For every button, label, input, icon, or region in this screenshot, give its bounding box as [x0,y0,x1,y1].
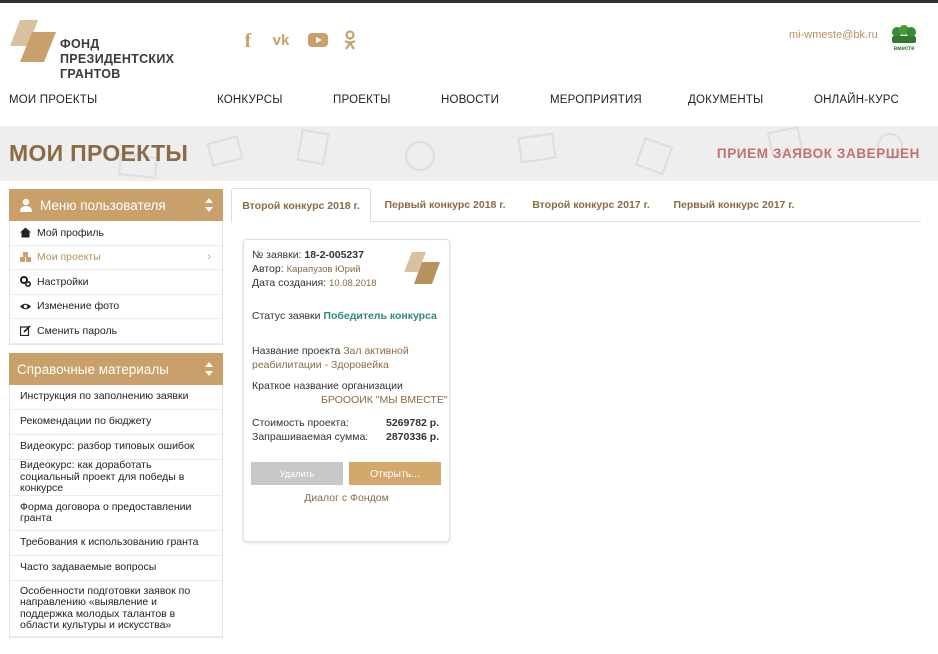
menu-item-settings[interactable]: Настройки [10,270,222,295]
fund-logo-mark [404,252,440,284]
ref-item-video-errors[interactable]: Видеокурс: разбор типовых ошибок [10,435,222,460]
tab-second-2017[interactable]: Второй конкурс 2017 г. [521,188,661,222]
facebook-icon[interactable]: f [237,30,259,52]
sort-icon [205,362,213,376]
project-cost-value: 5269782 р. [386,417,440,429]
project-name-value: Зал активной [343,345,409,357]
ref-item-instruction[interactable]: Инструкция по заполнению заявки [10,385,222,410]
applications-status: ПРИЕМ ЗАЯВОК ЗАВЕРШЕН [716,146,920,161]
tab-first-2018[interactable]: Первый конкурс 2018 г. [375,188,515,222]
menu-item-profile[interactable]: Мой профиль [10,221,222,246]
home-icon [20,227,31,238]
contest-tabs: Второй конкурс 2018 г. Первый конкурс 20… [231,188,921,223]
logo-line-3: ГРАНТОВ [60,67,121,81]
svg-text:вместе: вместе [894,46,916,52]
creation-date-value: 10.08.2018 [329,278,377,289]
fund-logo[interactable]: ФОНД ПРЕЗИДЕНТСКИХ ГРАНТОВ [8,18,193,82]
delete-button[interactable]: Удалить [251,462,343,485]
user-icon [20,198,32,212]
project-card: № заявки: 18-2-005237 Автор: Карапузов Ю… [243,239,450,542]
user-menu-header[interactable]: Меню пользователя [9,189,223,221]
menu-item-label: Мои проекты [37,251,101,264]
nav-my-projects[interactable]: МОИ ПРОЕКТЫ [9,94,97,106]
partner-logo: вместе [892,25,916,52]
logo-line-2: ПРЕЗИДЕНТСКИХ [60,52,175,66]
page-title: МОИ ПРОЕКТЫ [9,140,189,166]
gears-icon [20,276,31,288]
edit-icon [20,325,31,337]
page-banner: МОИ ПРОЕКТЫ ПРИЕМ ЗАЯВОК ЗАВЕРШЕН [0,126,938,181]
nav-documents[interactable]: ДОКУМЕНТЫ [688,94,763,106]
vk-icon[interactable]: vk [268,32,294,54]
nav-news[interactable]: НОВОСТИ [441,94,499,106]
creation-date-label: Дата создания: [252,277,327,289]
menu-item-label: Мой профиль [37,226,104,239]
open-button[interactable]: Открыть... [349,462,441,485]
chevron-right-icon: › [207,250,211,263]
nav-online-course[interactable]: ОНЛАЙН-КУРС [814,94,899,106]
dialog-with-fund-link[interactable]: Диалог с Фондом [244,492,449,504]
contact-email[interactable]: mi-wmeste@bk.ru [789,29,878,41]
odnoklassniki-icon[interactable] [343,30,357,50]
org-label: Краткое название организации [252,380,403,392]
fund-logo-text: ФОНД ПРЕЗИДЕНТСКИХ ГРАНТОВ [60,37,174,82]
sort-icon [205,198,213,212]
author-value: Карапузов Юрий [286,264,361,275]
nav-projects[interactable]: ПРОЕКТЫ [333,94,391,106]
application-status: Статус заявки Победитель конкурса [252,310,437,322]
application-number: № заявки: 18-2-005237 [252,249,364,261]
ref-item-contract-form[interactable]: Форма договора о предоставлении гранта [10,496,222,531]
nav-contests[interactable]: КОНКУРСЫ [217,94,283,106]
menu-item-label: Сменить пароль [37,324,118,337]
author-label: Автор: [252,263,284,275]
user-menu-title: Меню пользователя [40,197,166,213]
application-number-value: 18-2-005237 [304,249,364,261]
project-name: Название проекта Зал активной [252,345,409,357]
ref-item-budget[interactable]: Рекомендации по бюджету [10,410,222,435]
status-value: Победитель конкурса [323,310,437,322]
main-nav: МОИ ПРОЕКТЫ КОНКУРСЫ ПРОЕКТЫ НОВОСТИ МЕР… [0,94,938,112]
tab-second-2018[interactable]: Второй конкурс 2018 г. [231,188,371,223]
menu-item-change-password[interactable]: Сменить пароль [10,319,222,344]
creation-date: Дата создания: 10.08.2018 [252,277,377,289]
top-strip [0,0,938,3]
ref-item-grant-requirements[interactable]: Требования к использованию гранта [10,531,222,556]
requested-sum-value: 2870336 р. [386,431,440,443]
application-number-label: № заявки: [252,249,302,261]
ref-item-faq[interactable]: Часто задаваемые вопросы [10,556,222,581]
requested-sum-label: Запрашиваемая сумма: [252,431,369,443]
logo-line-1: ФОНД [60,37,100,51]
cubes-icon [20,251,31,262]
eye-icon [20,303,31,309]
menu-item-label: Настройки [37,275,89,288]
project-name-label: Название проекта [252,345,341,357]
status-label: Статус заявки [252,310,321,322]
fund-logo-mark [10,20,56,62]
menu-item-my-projects[interactable]: Мои проекты › [10,246,222,270]
menu-item-label: Изменение фото [37,300,120,313]
youtube-icon[interactable] [308,32,328,48]
nav-events[interactable]: МЕРОПРИЯТИЯ [550,94,642,106]
author: Автор: Карапузов Юрий [252,263,361,275]
project-name-line-2: реабилитации - Здоровейка [252,359,389,371]
tab-first-2017[interactable]: Первый конкурс 2017 г. [664,188,804,222]
ref-item-talents[interactable]: Особенности подготовки заявок по направл… [10,581,222,637]
org-name: БРОООИК "МЫ ВМЕСТЕ" [321,394,448,406]
ref-menu-title: Справочные материалы [17,361,169,377]
ref-menu-header[interactable]: Справочные материалы [9,353,223,385]
menu-item-change-photo[interactable]: Изменение фото [10,295,222,319]
ref-menu: Инструкция по заполнению заявки Рекоменд… [9,385,223,638]
ref-item-video-improve[interactable]: Видеокурс: как доработать социальный про… [10,460,222,496]
user-menu: Мой профиль Мои проекты › Настройки Изме… [9,221,223,345]
project-cost-label: Стоимость проекта: [252,417,349,429]
